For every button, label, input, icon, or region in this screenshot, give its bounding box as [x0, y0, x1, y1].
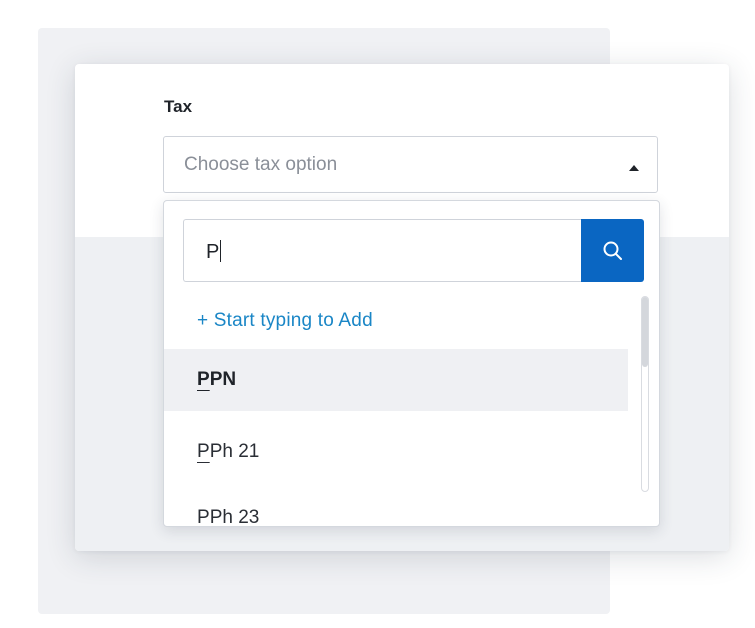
option-rest-text: Ph 21 — [209, 441, 260, 462]
search-button[interactable] — [581, 219, 644, 282]
option-rest-text: PN — [209, 369, 237, 390]
tax-select-placeholder: Choose tax option — [184, 154, 338, 175]
option-rest-text: Ph 23 — [209, 507, 260, 527]
stage: Tax Choose tax option P + Start typing t… — [0, 0, 755, 628]
dropdown-scrollbar[interactable] — [641, 296, 649, 492]
option-match-text: P — [197, 507, 210, 527]
tax-dropdown-panel: P + Start typing to Add PPN PPh 21 PPh 2… — [163, 200, 660, 527]
option-ppn[interactable]: PPN — [164, 349, 628, 411]
option-match-text: P — [197, 369, 210, 390]
tax-select[interactable]: Choose tax option — [163, 136, 658, 193]
start-typing-to-add-link[interactable]: + Start typing to Add — [197, 310, 373, 332]
dropdown-search-input[interactable]: P — [183, 219, 583, 282]
dropdown-search: P — [183, 219, 644, 282]
dropdown-scrollbar-thumb[interactable] — [642, 297, 648, 367]
text-cursor — [220, 240, 222, 262]
option-pph-21[interactable]: PPh 21 — [164, 421, 628, 483]
search-icon — [603, 241, 622, 260]
search-input-value: P — [206, 240, 222, 263]
caret-up-icon[interactable] — [629, 165, 639, 171]
option-match-text: P — [197, 441, 210, 462]
option-pph-23[interactable]: PPh 23 — [164, 487, 628, 527]
tax-field-label: Tax — [164, 97, 193, 116]
